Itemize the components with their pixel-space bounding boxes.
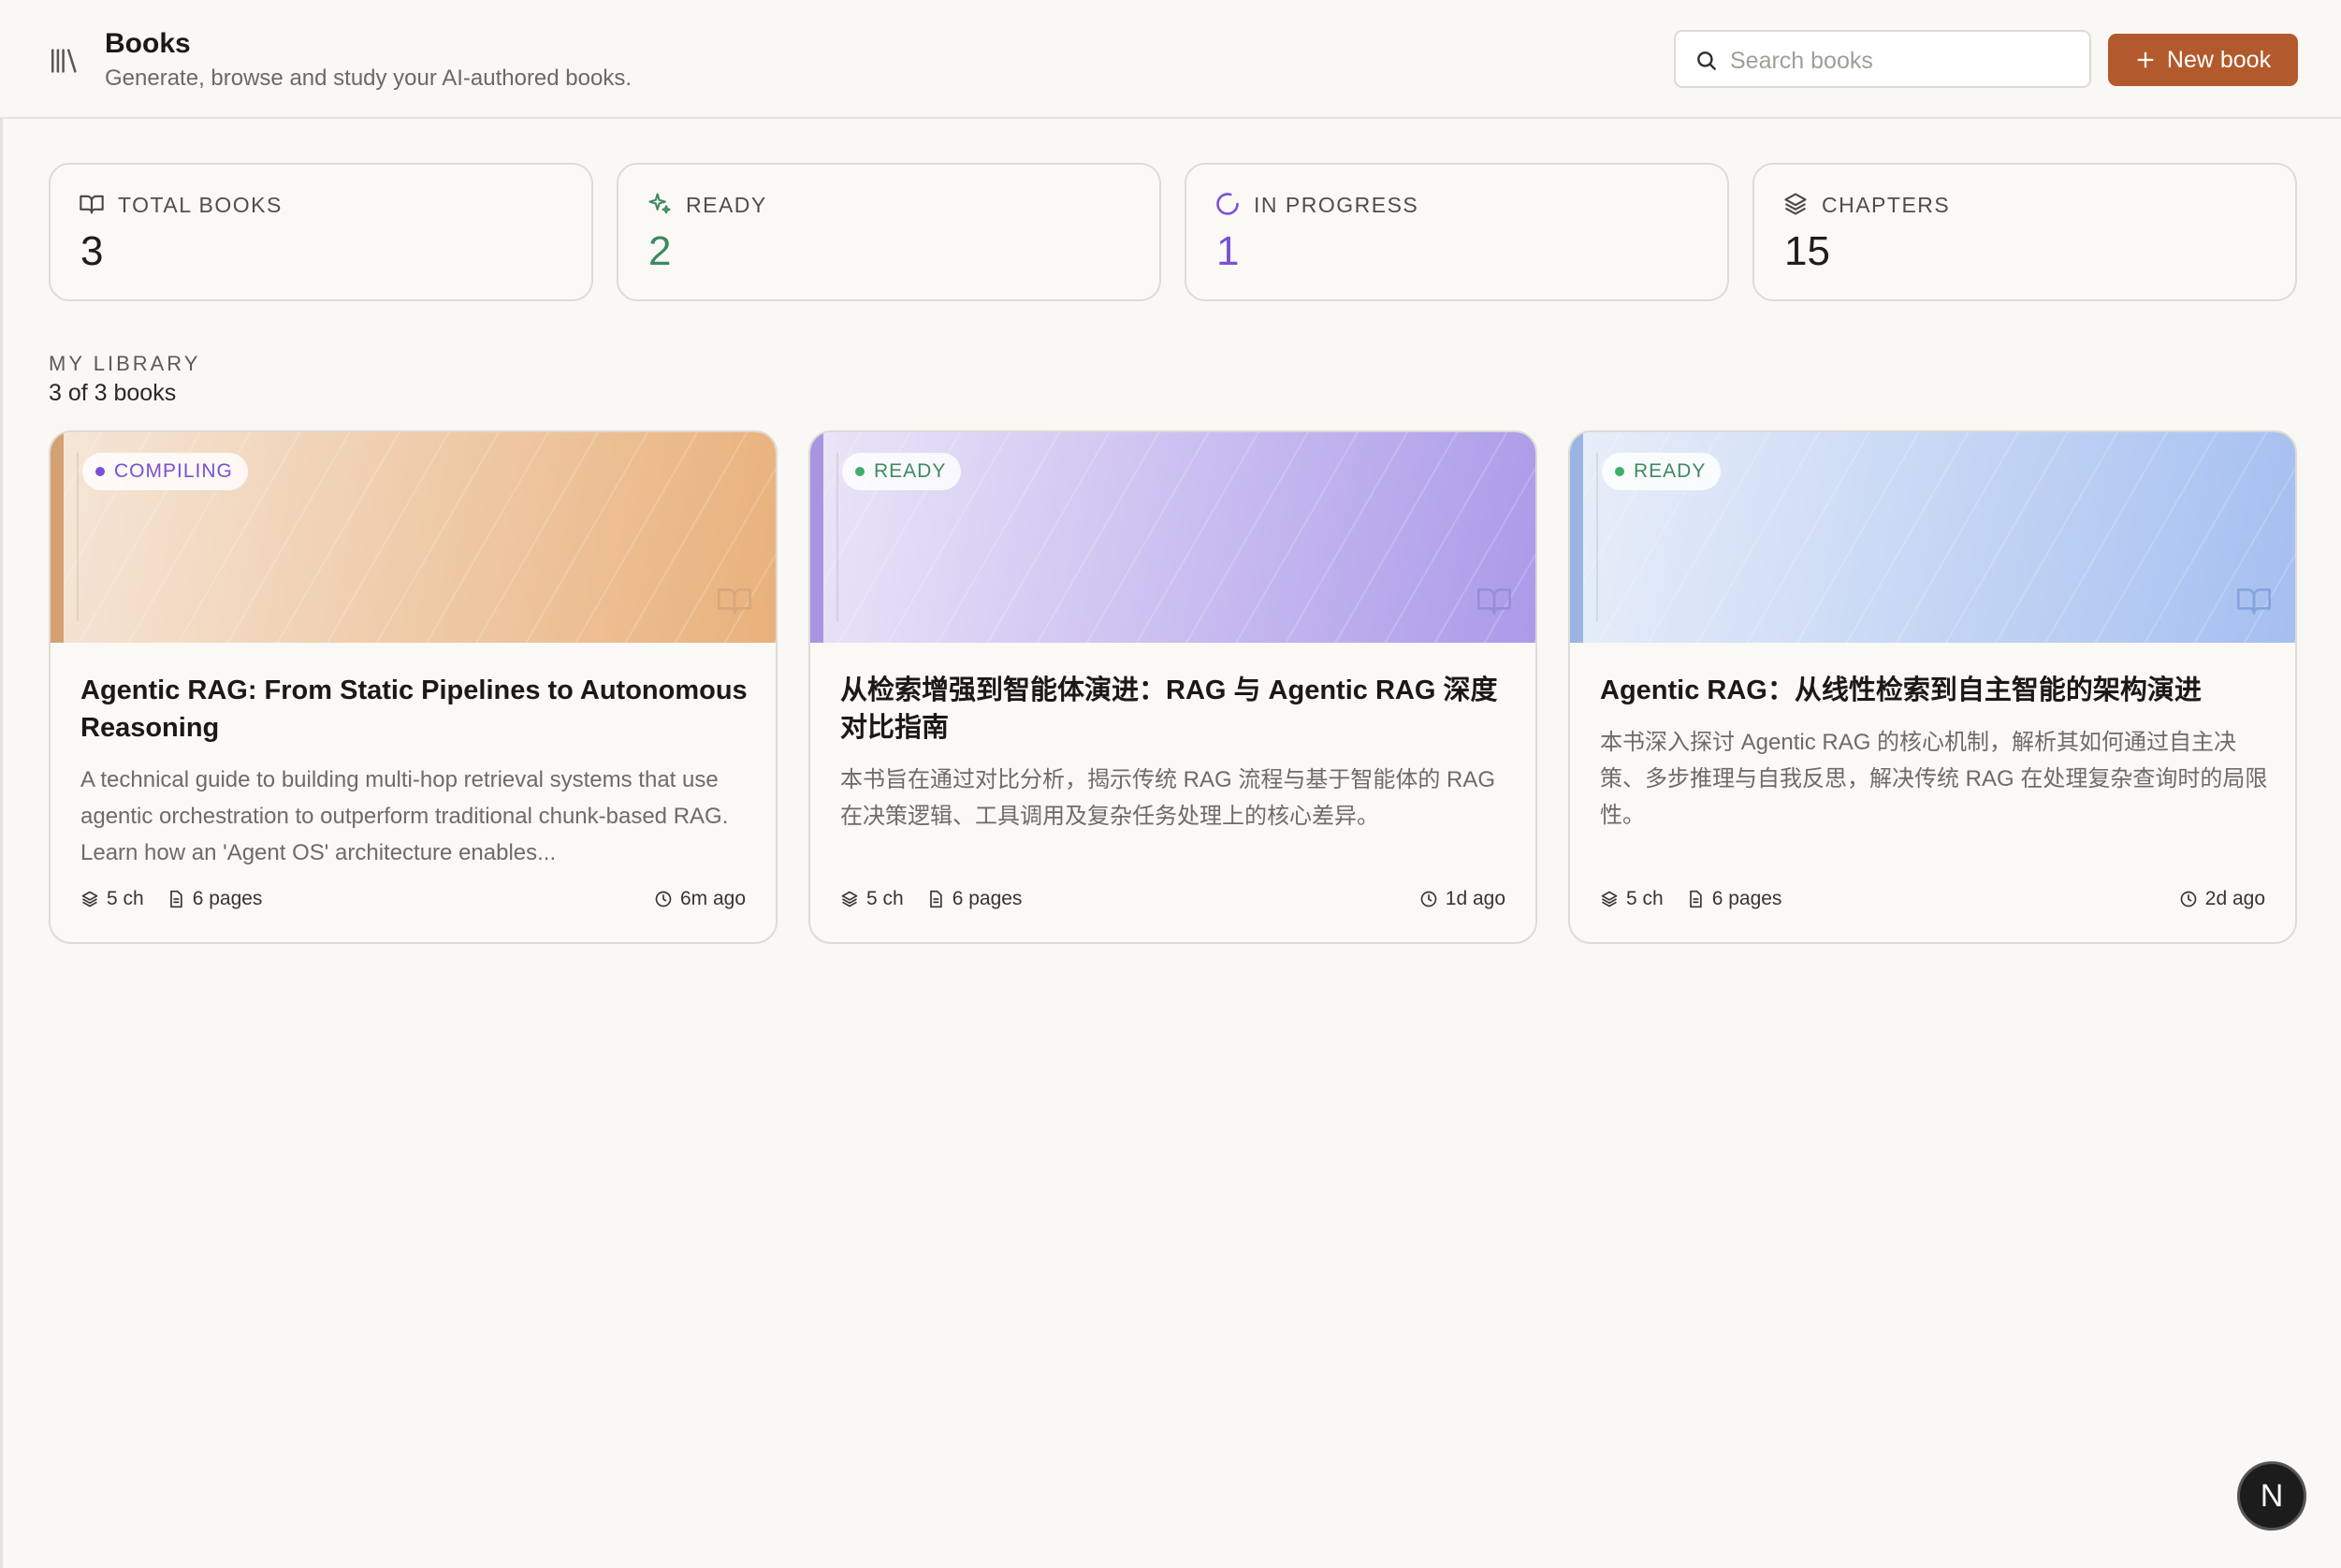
book-count: 3 of 3 books: [49, 380, 177, 406]
book-open-icon: [80, 195, 104, 214]
status-badge: COMPILING: [82, 453, 248, 490]
stat-card-total-books: TOTAL BOOKS 3: [49, 163, 593, 301]
clock-icon: [655, 891, 672, 907]
book-description: 本书深入探讨 Agentic RAG 的核心机制，解析其如何通过自主决策、多步推…: [1600, 730, 2268, 828]
status-badge: READY: [842, 453, 962, 490]
chapter-count: 5 ch: [866, 888, 904, 909]
book-description: 本书旨在通过对比分析，揭示传统 RAG 流程与基于智能体的 RAG 在决策逻辑、…: [840, 767, 1496, 829]
book-card[interactable]: READY 从检索增强到智能体演进：RAG 与 Agentic RAG 深度对比…: [808, 430, 1537, 944]
floating-n-button[interactable]: N: [2237, 1461, 2306, 1531]
sparkles-icon: [648, 193, 671, 214]
clock-icon: [1420, 891, 1437, 907]
stat-card-chapters: CHAPTERS 15: [1752, 163, 2297, 301]
stat-value: 3: [80, 228, 104, 274]
book-description: A technical guide to building multi-hop …: [80, 767, 729, 865]
document-icon: [169, 890, 182, 908]
book-meta: 5 ch 6 pages: [1600, 888, 1804, 910]
section-title: MY LIBRARY: [49, 352, 201, 375]
stat-value: 2: [648, 228, 672, 274]
clock-icon: [2180, 891, 2197, 907]
chapter-count: 5 ch: [107, 888, 144, 909]
page-title: Books: [105, 28, 191, 59]
library-icon: [51, 49, 77, 73]
layers-icon: [81, 891, 98, 907]
updated-time: 1d ago: [1419, 888, 1505, 910]
book-card[interactable]: READY Agentic RAG：从线性检索到自主智能的架构演进 本书深入探讨…: [1568, 430, 2297, 944]
book-meta: 5 ch 6 pages: [80, 888, 284, 910]
page-count: 6 pages: [192, 888, 263, 909]
book-title[interactable]: 从检索增强到智能体演进：RAG 与 Agentic RAG 深度对比指南: [840, 672, 1514, 747]
layers-icon: [1601, 891, 1618, 907]
book-open-icon: [2237, 588, 2271, 615]
book-open-icon: [1477, 588, 1511, 615]
status-badge: READY: [1602, 453, 1722, 490]
new-book-button[interactable]: New book: [2108, 34, 2298, 86]
document-icon: [1689, 890, 1702, 908]
document-icon: [929, 890, 942, 908]
layers-icon: [841, 891, 858, 907]
stat-label: IN PROGRESS: [1254, 193, 1419, 217]
plus-icon: [2137, 51, 2154, 68]
stat-label: READY: [686, 193, 767, 217]
stat-value: 1: [1216, 228, 1240, 274]
updated-time: 2d ago: [2179, 888, 2265, 910]
stat-card-in-progress: IN PROGRESS 1: [1185, 163, 1729, 301]
page-count: 6 pages: [1711, 888, 1782, 909]
book-meta: 5 ch 6 pages: [840, 888, 1044, 910]
book-title[interactable]: Agentic RAG：从线性检索到自主智能的架构演进: [1600, 672, 2274, 709]
page-subtitle: Generate, browse and study your AI-autho…: [105, 65, 633, 91]
book-open-icon: [718, 588, 751, 615]
stat-value: 15: [1784, 228, 1830, 274]
spinner-icon: [1216, 193, 1239, 215]
top-header: Books Generate, browse and study your AI…: [0, 0, 2341, 119]
book-card[interactable]: COMPILING Agentic RAG: From Static Pipel…: [49, 430, 778, 944]
search-input[interactable]: [1728, 39, 2078, 82]
page-count: 6 pages: [952, 888, 1023, 909]
search-icon: [1697, 51, 1716, 70]
stat-label: TOTAL BOOKS: [118, 193, 283, 217]
layers-icon: [1784, 193, 1807, 215]
chapter-count: 5 ch: [1626, 888, 1664, 909]
new-book-label: New book: [2166, 46, 2272, 73]
book-title[interactable]: Agentic RAG: From Static Pipelines to Au…: [80, 672, 754, 747]
stat-card-ready: READY 2: [617, 163, 1161, 301]
search-box[interactable]: [1674, 30, 2091, 88]
updated-time: 6m ago: [654, 888, 746, 910]
stat-label: CHAPTERS: [1822, 193, 1951, 217]
